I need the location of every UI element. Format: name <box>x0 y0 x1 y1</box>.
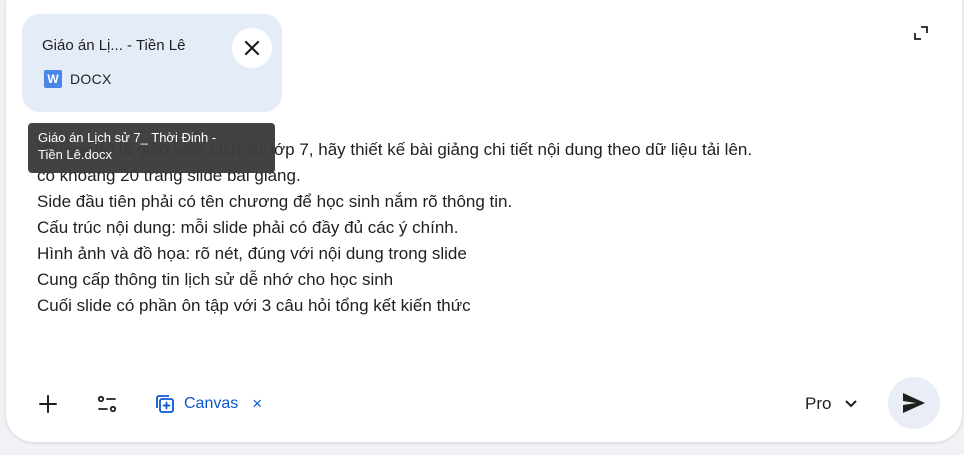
expand-icon[interactable] <box>912 24 930 42</box>
prompt-line: Cung cấp thông tin lịch sử dễ nhớ cho họ… <box>37 270 394 289</box>
send-button[interactable] <box>888 377 940 429</box>
word-doc-icon: W <box>44 70 62 88</box>
prompt-line: Side đầu tiên phải có tên chương để học … <box>37 192 513 211</box>
attachment-tooltip: Giáo án Lịch sử 7_ Thời Đinh - Tiền Lê.d… <box>28 123 275 173</box>
prompt-line: Hình ảnh và đồ họa: rõ nét, đúng với nội… <box>37 244 467 263</box>
close-icon <box>244 40 260 56</box>
remove-attachment-button[interactable] <box>232 28 272 68</box>
remove-canvas-button[interactable]: × <box>252 394 262 414</box>
plus-icon <box>39 395 57 413</box>
add-button[interactable] <box>36 392 60 416</box>
send-icon <box>903 393 925 413</box>
chevron-down-icon <box>845 400 858 408</box>
attachment-chip[interactable]: Giáo án Lị... - Tiền Lê W DOCX <box>22 14 282 112</box>
model-label: Pro <box>805 394 832 413</box>
tooltip-line: Giáo án Lịch sử 7_ Thời Đinh - <box>38 130 217 145</box>
attachment-name: Giáo án Lị... - Tiền Lê <box>42 37 186 54</box>
canvas-icon <box>156 395 174 413</box>
canvas-label: Canvas <box>184 395 239 412</box>
prompt-line: Cấu trúc nội dung: mỗi slide phải có đầy… <box>37 218 459 237</box>
tune-icon <box>97 395 117 413</box>
attachment-type: W DOCX <box>44 70 112 88</box>
model-selector[interactable]: Pro <box>805 392 858 416</box>
canvas-tool-chip[interactable]: Canvas × <box>154 392 262 416</box>
tools-button[interactable] <box>95 392 119 416</box>
prompt-line: Cuối slide có phần ôn tập với 3 câu hỏi … <box>37 296 471 315</box>
attachment-type-label: DOCX <box>70 71 112 87</box>
tooltip-line: Tiền Lê.docx <box>38 147 112 162</box>
